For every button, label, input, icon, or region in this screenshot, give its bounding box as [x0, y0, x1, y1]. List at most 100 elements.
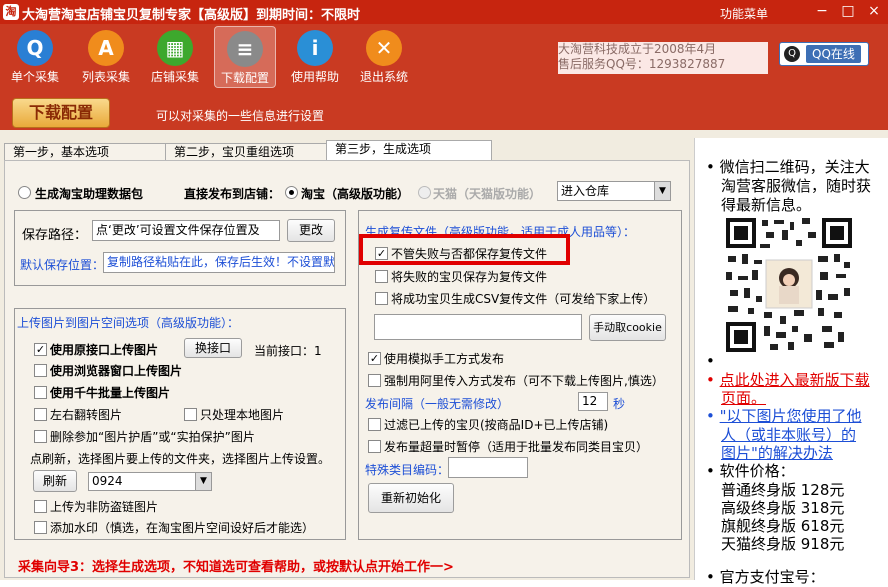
toolbar-label: 列表采集	[81, 70, 130, 84]
simulate-manual-checkbox[interactable]: ✓	[368, 352, 381, 365]
interval-label: 发布间隔（一般无需修改）	[365, 397, 510, 411]
reinitialize-button[interactable]: 重新初始化	[368, 483, 454, 513]
single-collect-icon: Q	[17, 30, 53, 66]
upload-group-title: 上传图片到图片空间选项（高级版功能）：	[17, 316, 240, 330]
price-flagship: 旗舰终身版 618元	[721, 517, 845, 535]
radio-tmall-label: 天猫（天猫版功能）	[433, 187, 542, 201]
folder-select[interactable]: 0924	[88, 472, 212, 491]
folder-value: 0924	[92, 474, 123, 488]
manual-cookie-button[interactable]: 手动取cookie	[589, 314, 666, 341]
download-link-2[interactable]: 页面。	[721, 389, 766, 408]
company-info: 大淘营科技成立于2008年4月 售后服务QQ号：1293827887	[558, 42, 768, 74]
default-save-input[interactable]: 复制路径粘贴在此，保存后生效！不设置默	[103, 252, 335, 273]
download-config-button[interactable]: ≡ 下载配置	[214, 26, 276, 88]
chevron-down-icon[interactable]: ▼	[654, 182, 670, 200]
publish-to-shop-label: 直接发布到店铺：	[184, 187, 281, 201]
tab-regroup-options[interactable]: 第二步，宝贝重组选项	[165, 143, 327, 161]
non-hotlink-label: 上传为非防盗链图片	[50, 500, 159, 514]
original-interface-label: 使用原接口上传图片	[50, 343, 159, 357]
shop-collect-button[interactable]: ▦ 店铺采集	[144, 26, 206, 88]
exit-icon: ✕	[366, 30, 402, 66]
radio-taobao[interactable]	[285, 186, 298, 199]
tab-basic-options[interactable]: 第一步，基本选项	[4, 143, 166, 161]
interval-unit: 秒	[613, 397, 626, 411]
shop-collect-icon: ▦	[157, 30, 193, 66]
delete-protected-label: 删除参加“图片护盾”或“实拍保护”图片	[50, 430, 255, 444]
switch-interface-button[interactable]: 换接口	[184, 338, 242, 358]
single-collect-button[interactable]: Q 单个采集	[4, 26, 66, 88]
csv-checkbox[interactable]	[375, 292, 388, 305]
local-only-label: 只处理本地图片	[200, 408, 285, 422]
watermark-checkbox[interactable]	[34, 521, 47, 534]
download-link[interactable]: • 点此处进入最新版下载	[706, 371, 870, 390]
filter-uploaded-label: 过滤已上传的宝贝(按商品ID+已上传店铺)	[384, 418, 609, 432]
pause-overload-label: 发布量超量时暂停（适用于批量发布同类目宝贝）	[384, 440, 649, 454]
pause-overload-checkbox[interactable]	[368, 440, 381, 453]
radio-assistant-package[interactable]	[18, 186, 31, 199]
flip-image-label: 左右翻转图片	[50, 408, 123, 422]
list-collect-button[interactable]: A 列表采集	[75, 26, 137, 88]
maximize-button[interactable]: □	[836, 0, 860, 22]
toolbar-label: 单个采集	[10, 70, 59, 84]
company-line1: 大淘营科技成立于2008年4月	[558, 42, 717, 56]
always-save-label: 不管失败与否都保存复传文件	[391, 247, 548, 261]
exit-button[interactable]: ✕ 退出系统	[353, 26, 415, 88]
tab-generate-options[interactable]: 第三步，生成选项	[326, 140, 492, 161]
radio-assistant-package-label: 生成淘宝助理数据包	[35, 187, 144, 201]
title-bar: 淘 大淘营淘宝店铺宝贝复制专家【高级版】到期时间：不限时 功能菜单 − □ ×	[0, 0, 888, 24]
qianniu-upload-label: 使用千牛批量上传图片	[50, 386, 171, 400]
function-menu[interactable]: 功能菜单	[720, 5, 768, 22]
section-description: 可以对采集的一些信息进行设置	[156, 109, 325, 123]
alipay-title: • 官方支付宝号：	[706, 568, 825, 586]
save-path-input[interactable]: 点‘更改’可设置文件保存位置及	[92, 220, 280, 241]
qq-online-button[interactable]: Q QQ在线	[779, 42, 869, 66]
filter-uploaded-checkbox[interactable]	[368, 418, 381, 431]
special-category-input[interactable]	[448, 457, 528, 478]
simulate-manual-label: 使用模拟手工方式发布	[384, 352, 505, 366]
browser-upload-checkbox[interactable]	[34, 364, 47, 377]
app-icon: 淘	[3, 4, 19, 20]
toolbar-label: 店铺采集	[150, 70, 199, 84]
radio-tmall[interactable]	[418, 186, 431, 199]
help-icon: i	[297, 30, 333, 66]
qianniu-upload-checkbox[interactable]	[34, 386, 47, 399]
flip-image-checkbox[interactable]	[34, 408, 47, 421]
help-button[interactable]: i 使用帮助	[284, 26, 346, 88]
interval-input[interactable]: 12	[578, 392, 608, 411]
csv-label: 将成功宝贝生成CSV复传文件（可发给下家上传）	[391, 292, 656, 306]
ali-publish-checkbox[interactable]	[368, 374, 381, 387]
close-button[interactable]: ×	[862, 0, 886, 22]
change-path-button[interactable]: 更改	[287, 219, 335, 242]
always-save-checkbox[interactable]: ✓	[375, 247, 388, 260]
window-title: 大淘营淘宝店铺宝贝复制专家【高级版】到期时间：不限时	[22, 8, 361, 23]
delete-protected-checkbox[interactable]	[34, 430, 47, 443]
watermark-label: 添加水印（慎选，在淘宝图片空间设好后才能选）	[50, 521, 315, 535]
refresh-note: 点刷新，选择图片要上传的文件夹，选择图片上传设置。	[30, 452, 331, 466]
price-tmall: 天猫终身版 918元	[721, 535, 845, 553]
save-failed-checkbox[interactable]	[375, 270, 388, 283]
toolbar-label: 下载配置	[220, 71, 269, 85]
refresh-button[interactable]: 刷新	[33, 470, 77, 492]
list-collect-icon: A	[88, 30, 124, 66]
wechat-text-1: • 微信扫二维码，关注大	[706, 158, 870, 176]
company-line2: 售后服务QQ号：1293827887	[558, 57, 726, 71]
local-only-checkbox[interactable]	[184, 408, 197, 421]
original-interface-checkbox[interactable]: ✓	[34, 343, 47, 356]
solution-link-2[interactable]: 人（或非本账号）的	[721, 426, 856, 445]
save-failed-label: 将失败的宝贝保存为复传文件	[391, 270, 548, 284]
wechat-text-3: 得最新信息。	[721, 196, 812, 214]
warehouse-value: 进入仓库	[561, 184, 610, 198]
wechat-text-2: 淘营客服微信，随时获	[721, 177, 872, 195]
guide-text: 采集向导3：选择生成选项，不知道选可查看帮助，或按默认点开始工作一>	[18, 560, 454, 575]
cookie-input[interactable]	[374, 314, 582, 340]
chevron-down-icon[interactable]: ▼	[195, 473, 211, 490]
wechat-qr-code	[724, 216, 854, 354]
browser-upload-label: 使用浏览器窗口上传图片	[50, 364, 183, 378]
price-normal: 普通终身版 128元	[721, 481, 845, 499]
qq-penguin-icon: Q	[784, 46, 800, 62]
solution-link[interactable]: • "以下图片您使用了他	[706, 407, 862, 426]
minimize-button[interactable]: −	[810, 0, 834, 22]
solution-link-3[interactable]: 图片"的解决办法	[721, 444, 833, 463]
toolbar-label: 使用帮助	[290, 70, 339, 84]
non-hotlink-checkbox[interactable]	[34, 500, 47, 513]
